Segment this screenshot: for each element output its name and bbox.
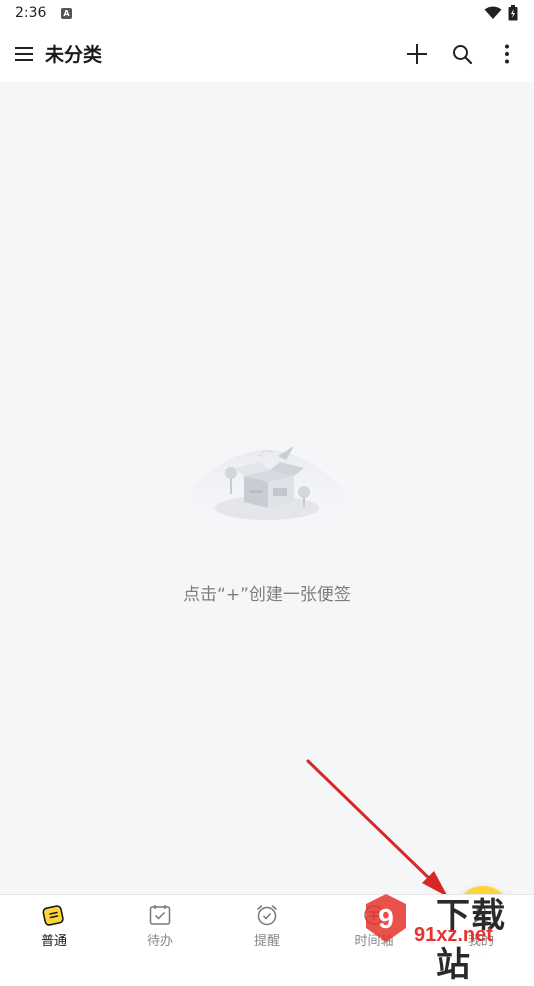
more-icon[interactable]	[496, 43, 518, 65]
note-icon	[42, 905, 64, 926]
menu-icon[interactable]	[14, 44, 34, 64]
page-title: 未分类	[45, 44, 103, 66]
site-watermark: 9 下载站 91xz.net	[362, 886, 534, 985]
alarm-icon	[257, 905, 277, 926]
status-time: 2:36	[15, 5, 47, 21]
nav-item-normal[interactable]: 普通	[1, 895, 107, 951]
nav-item-todo[interactable]: 待办	[107, 895, 213, 951]
watermark-domain: 91xz.net	[414, 924, 493, 946]
notification-icon: A	[61, 8, 72, 19]
battery-icon	[508, 5, 518, 21]
todo-icon	[149, 905, 171, 925]
add-icon[interactable]	[406, 43, 428, 65]
app-bar: 未分类	[0, 28, 534, 82]
nav-label-normal: 普通	[40, 934, 67, 949]
search-icon[interactable]	[451, 43, 473, 65]
nav-label-todo: 待办	[146, 934, 173, 949]
wifi-icon	[484, 6, 502, 19]
annotation-arrow	[306, 759, 448, 897]
watermark-logo-icon: 9	[366, 894, 406, 942]
svg-text:9: 9	[378, 903, 394, 934]
empty-state-message: 点击“+”创建一张便签	[183, 585, 351, 605]
empty-box-illustration	[190, 446, 344, 530]
nav-label-reminder: 提醒	[253, 934, 280, 949]
status-bar: 2:36 A	[0, 0, 534, 28]
nav-item-reminder[interactable]: 提醒	[214, 895, 320, 951]
